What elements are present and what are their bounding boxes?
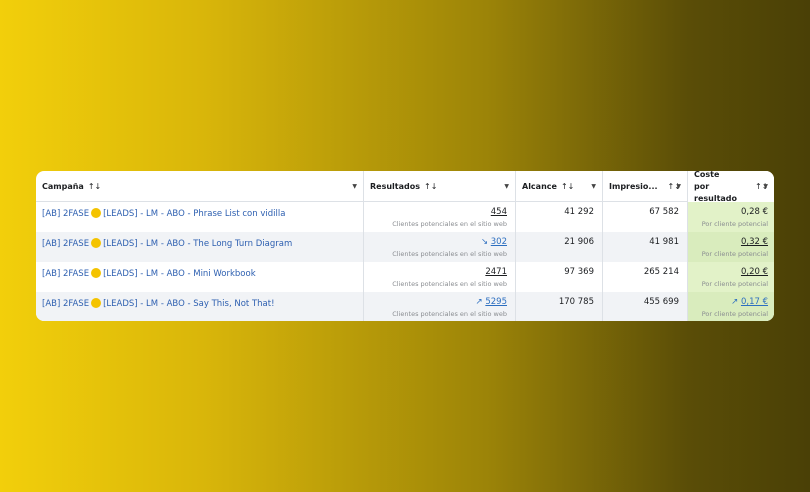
chevron-down-icon[interactable]: ▼	[676, 183, 681, 190]
impressions-value: 455 699	[643, 297, 679, 307]
table-row: [AB] 2FASE [LEADS] - LM - ABO - Phrase Li…	[36, 202, 774, 232]
results-value[interactable]: 454	[491, 207, 507, 217]
chevron-down-icon[interactable]: ▼	[504, 183, 509, 190]
column-header-campaign[interactable]: Campaña ↑↓ ▼	[36, 171, 364, 202]
cost-label: Por cliente potencial	[701, 280, 768, 288]
trend-icon: ↗	[475, 297, 483, 307]
reach-value: 97 369	[564, 267, 594, 277]
yellow-circle-emoji-icon	[91, 268, 102, 278]
table-header: Campaña ↑↓ ▼ Resultados ↑↓ ▼ Alcance ↑↓ ▼ Impr…	[36, 171, 774, 203]
yellow-circle-emoji-icon	[91, 298, 102, 308]
sort-icon[interactable]: ↑↓	[561, 182, 574, 191]
cost-label: Por cliente potencial	[701, 220, 768, 228]
chevron-down-icon[interactable]: ▼	[352, 183, 357, 190]
reach-value: 170 785	[558, 297, 594, 307]
trend-icon: ↘	[480, 237, 489, 247]
column-header-cost-per-result[interactable]: Coste por resultado ↑↓ ▼	[688, 171, 774, 203]
cost-value[interactable]: 0,20 €	[741, 267, 768, 277]
table-row: [AB] 2FASE [LEADS] - LM - ABO - Say This,…	[36, 292, 774, 321]
cost-value[interactable]: 0,28 €	[741, 207, 768, 217]
cost-label: Por cliente potencial	[701, 250, 768, 258]
table-row: [AB] 2FASE [LEADS] - LM - ABO - The Long …	[36, 232, 774, 262]
table-row: [AB] 2FASE [LEADS] - LM - ABO - Mini Work…	[36, 262, 774, 292]
results-value[interactable]: 5295	[485, 297, 507, 307]
cost-value[interactable]: 0,17 €	[741, 297, 768, 307]
campaign-name-link[interactable]: [AB] 2FASE [LEADS] - LM - ABO - Say This,…	[42, 292, 363, 309]
chevron-down-icon[interactable]: ▼	[591, 183, 596, 190]
results-value[interactable]: 302	[491, 237, 507, 247]
results-value[interactable]: 2471	[485, 267, 507, 277]
yellow-circle-emoji-icon	[91, 238, 102, 248]
reach-value: 41 292	[564, 207, 594, 217]
results-label: Clientes potenciales en el sitio web	[392, 310, 507, 318]
results-label: Clientes potenciales en el sitio web	[392, 280, 507, 288]
results-label: Clientes potenciales en el sitio web	[392, 220, 507, 228]
sort-icon[interactable]: ↑↓	[424, 182, 437, 191]
cost-value[interactable]: 0,32 €	[741, 237, 768, 247]
campaign-name-link[interactable]: [AB] 2FASE [LEADS] - LM - ABO - Mini Work…	[42, 262, 363, 279]
column-header-reach[interactable]: Alcance ↑↓ ▼	[516, 171, 603, 202]
cost-label: Por cliente potencial	[701, 310, 768, 318]
impressions-value: 67 582	[649, 207, 679, 217]
results-label: Clientes potenciales en el sitio web	[392, 250, 507, 258]
campaign-name-link[interactable]: [AB] 2FASE [LEADS] - LM - ABO - Phrase Li…	[42, 202, 363, 219]
sort-icon[interactable]: ↑↓	[88, 182, 101, 191]
yellow-circle-emoji-icon	[91, 208, 102, 218]
column-header-results[interactable]: Resultados ↑↓ ▼	[364, 171, 516, 202]
chevron-down-icon[interactable]: ▼	[763, 183, 768, 190]
impressions-value: 41 981	[649, 237, 679, 247]
campaign-table: Campaña ↑↓ ▼ Resultados ↑↓ ▼ Alcance ↑↓ ▼ Impr…	[36, 171, 774, 321]
column-header-impressions[interactable]: Impresio... ↑↓ ▼	[603, 171, 688, 202]
trend-icon: ↗	[731, 297, 739, 307]
impressions-value: 265 214	[643, 267, 679, 277]
campaign-name-link[interactable]: [AB] 2FASE [LEADS] - LM - ABO - The Long …	[42, 232, 363, 249]
reach-value: 21 906	[564, 237, 594, 247]
